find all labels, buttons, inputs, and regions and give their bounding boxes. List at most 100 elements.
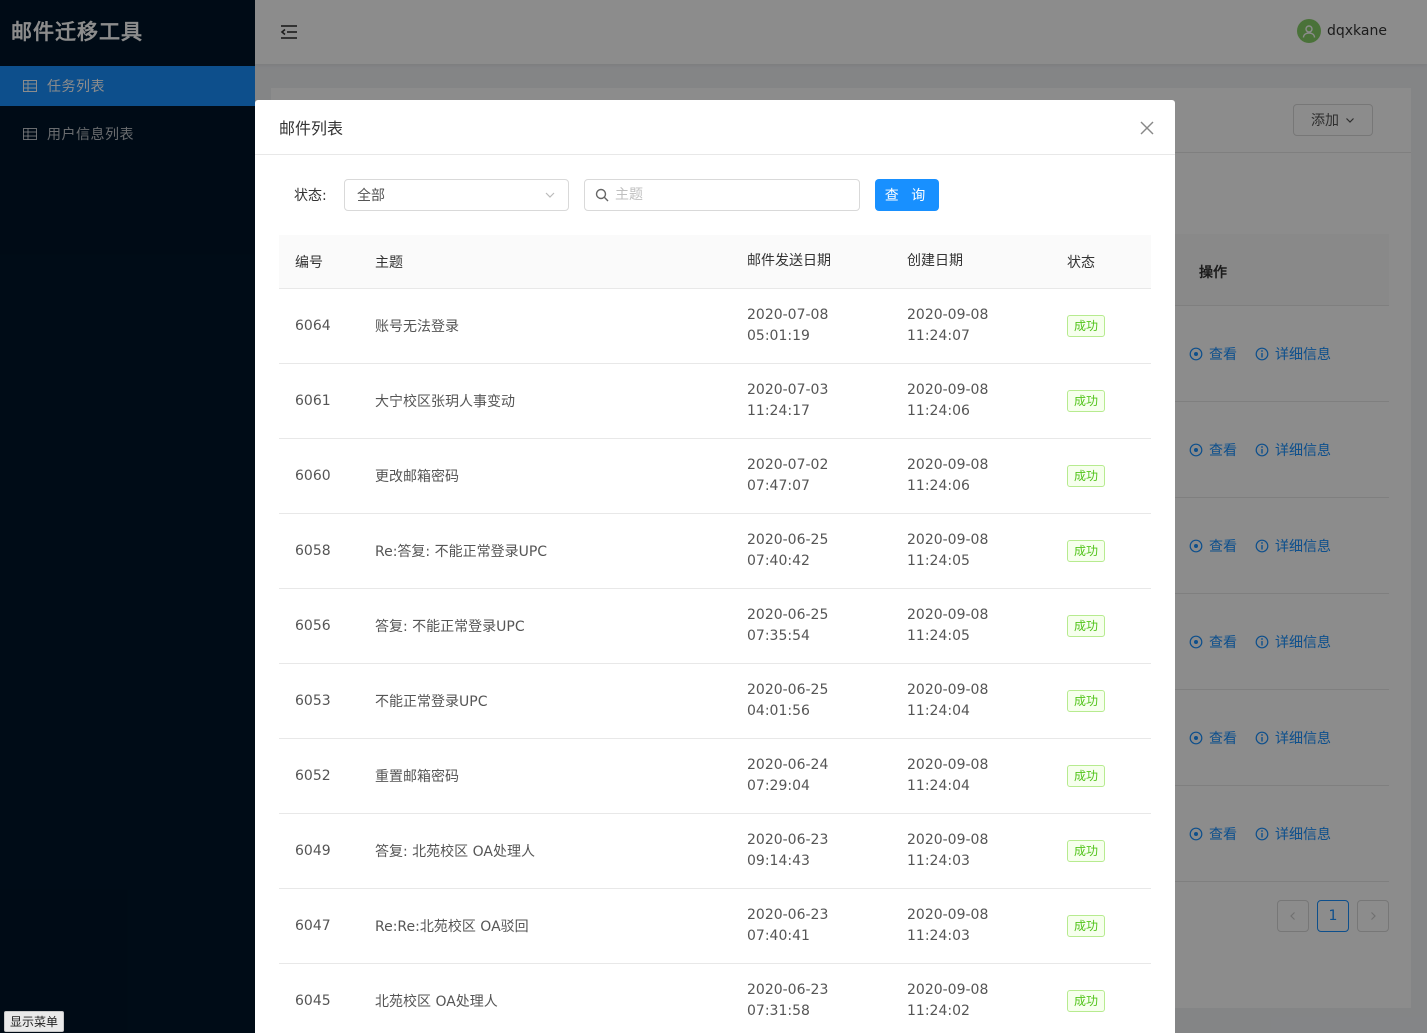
send-time: 07:35:54 [747, 628, 810, 644]
col-status: 状态 [1067, 254, 1095, 271]
cell-send-date: 2020-07-02 07:47:07 [731, 455, 891, 497]
create-date: 2020-09-08 [907, 307, 989, 323]
mail-table: 编号 主题 邮件发送日期 创建日期 状态 6064 账号无法登录 2020-07-0… [279, 235, 1151, 1033]
status-badge: 成功 [1067, 990, 1106, 1012]
cell-create-date: 2020-09-08 11:24:03 [891, 905, 1051, 947]
subject-search-input[interactable] [615, 187, 845, 203]
status-badge: 成功 [1067, 315, 1106, 337]
send-date: 2020-06-25 [747, 682, 829, 698]
cell-create-date: 2020-09-08 11:24:06 [891, 380, 1051, 422]
cell-subject: 答复: 北苑校区 OA处理人 [375, 844, 535, 860]
close-icon[interactable] [1137, 118, 1157, 138]
create-date: 2020-09-08 [907, 982, 989, 998]
send-time: 05:01:19 [747, 328, 810, 344]
cell-subject: 不能正常登录UPC [375, 694, 488, 710]
chevron-down-icon [545, 192, 555, 198]
create-time: 11:24:07 [907, 328, 970, 344]
send-date: 2020-07-02 [747, 457, 829, 473]
cell-status: 成功 [1051, 615, 1151, 637]
table-row: 6061 大宁校区张玥人事变动 2020-07-03 11:24:17 2020-09-… [279, 364, 1151, 439]
cell-status: 成功 [1051, 915, 1151, 937]
send-time: 07:29:04 [747, 778, 810, 794]
query-button[interactable]: 查 询 [875, 179, 939, 211]
create-time: 11:24:05 [907, 553, 970, 569]
table-row: 6047 Re:Re:北苑校区 OA驳回 2020-06-23 07:40:41 202… [279, 889, 1151, 964]
create-time: 11:24:05 [907, 628, 970, 644]
send-date: 2020-07-08 [747, 307, 829, 323]
table-row: 6064 账号无法登录 2020-07-08 05:01:19 2020-09-08 11… [279, 289, 1151, 364]
cell-subject: Re:Re:北苑校区 OA驳回 [375, 919, 529, 935]
show-menu-button[interactable]: 显示菜单 [4, 1011, 65, 1032]
status-select-value: 全部 [357, 188, 385, 204]
cell-create-date: 2020-09-08 11:24:03 [891, 830, 1051, 872]
modal-title: 邮件列表 [255, 100, 1175, 155]
send-date: 2020-06-24 [747, 757, 829, 773]
table-row: 6058 Re:答复: 不能正常登录UPC 2020-06-25 07:40:42 20… [279, 514, 1151, 589]
create-date: 2020-09-08 [907, 457, 989, 473]
cell-id: 6064 [295, 318, 331, 334]
cell-create-date: 2020-09-08 11:24:04 [891, 755, 1051, 797]
filter-bar: 状态: 全部 查 询 [279, 179, 1151, 211]
cell-status: 成功 [1051, 315, 1151, 337]
table-row: 6052 重置邮箱密码 2020-06-24 07:29:04 2020-09-08 11… [279, 739, 1151, 814]
send-date: 2020-06-23 [747, 832, 829, 848]
send-time: 04:01:56 [747, 703, 810, 719]
cell-subject: 北苑校区 OA处理人 [375, 994, 498, 1010]
col-create-date: 创建日期 [907, 253, 963, 269]
create-time: 11:24:06 [907, 403, 970, 419]
cell-subject: 大宁校区张玥人事变动 [375, 394, 515, 410]
cell-id: 6049 [295, 843, 331, 859]
status-badge: 成功 [1067, 690, 1106, 712]
table-row: 6045 北苑校区 OA处理人 2020-06-23 07:31:58 2020-09-… [279, 964, 1151, 1033]
status-badge: 成功 [1067, 765, 1106, 787]
cell-create-date: 2020-09-08 11:24:02 [891, 980, 1051, 1022]
cell-send-date: 2020-07-03 11:24:17 [731, 380, 891, 422]
cell-id: 6056 [295, 618, 331, 634]
cell-id: 6047 [295, 918, 331, 934]
cell-id: 6052 [295, 768, 331, 784]
send-date: 2020-06-23 [747, 907, 829, 923]
status-badge: 成功 [1067, 615, 1106, 637]
col-id: 编号 [295, 254, 323, 271]
send-time: 07:40:42 [747, 553, 810, 569]
send-date: 2020-06-23 [747, 982, 829, 998]
create-time: 11:24:02 [907, 1003, 970, 1019]
cell-send-date: 2020-06-24 07:29:04 [731, 755, 891, 797]
status-badge: 成功 [1067, 840, 1106, 862]
cell-status: 成功 [1051, 990, 1151, 1012]
cell-create-date: 2020-09-08 11:24:07 [891, 305, 1051, 347]
create-date: 2020-09-08 [907, 832, 989, 848]
status-select[interactable]: 全部 [344, 179, 569, 211]
cell-subject: 重置邮箱密码 [375, 769, 459, 785]
cell-status: 成功 [1051, 690, 1151, 712]
col-subject: 主题 [375, 254, 403, 271]
create-time: 11:24:04 [907, 703, 970, 719]
send-time: 09:14:43 [747, 853, 810, 869]
status-filter-label: 状态: [294, 188, 327, 204]
cell-status: 成功 [1051, 465, 1151, 487]
send-time: 07:47:07 [747, 478, 810, 494]
cell-send-date: 2020-06-25 04:01:56 [731, 680, 891, 722]
cell-create-date: 2020-09-08 11:24:04 [891, 680, 1051, 722]
cell-subject: 更改邮箱密码 [375, 469, 459, 485]
subject-search[interactable] [584, 179, 860, 211]
status-badge: 成功 [1067, 540, 1106, 562]
search-icon [595, 188, 609, 202]
cell-status: 成功 [1051, 765, 1151, 787]
cell-send-date: 2020-06-25 07:35:54 [731, 605, 891, 647]
create-date: 2020-09-08 [907, 682, 989, 698]
create-date: 2020-09-08 [907, 532, 989, 548]
create-date: 2020-09-08 [907, 757, 989, 773]
table-row: 6056 答复: 不能正常登录UPC 2020-06-25 07:35:54 2020-… [279, 589, 1151, 664]
cell-id: 6053 [295, 693, 331, 709]
cell-status: 成功 [1051, 390, 1151, 412]
cell-send-date: 2020-06-25 07:40:42 [731, 530, 891, 572]
cell-create-date: 2020-09-08 11:24:06 [891, 455, 1051, 497]
cell-status: 成功 [1051, 540, 1151, 562]
cell-id: 6045 [295, 993, 331, 1009]
table-row: 6060 更改邮箱密码 2020-07-02 07:47:07 2020-09-08 11… [279, 439, 1151, 514]
col-send-date: 邮件发送日期 [747, 253, 831, 269]
status-badge: 成功 [1067, 915, 1106, 937]
status-badge: 成功 [1067, 390, 1106, 412]
cell-send-date: 2020-06-23 09:14:43 [731, 830, 891, 872]
